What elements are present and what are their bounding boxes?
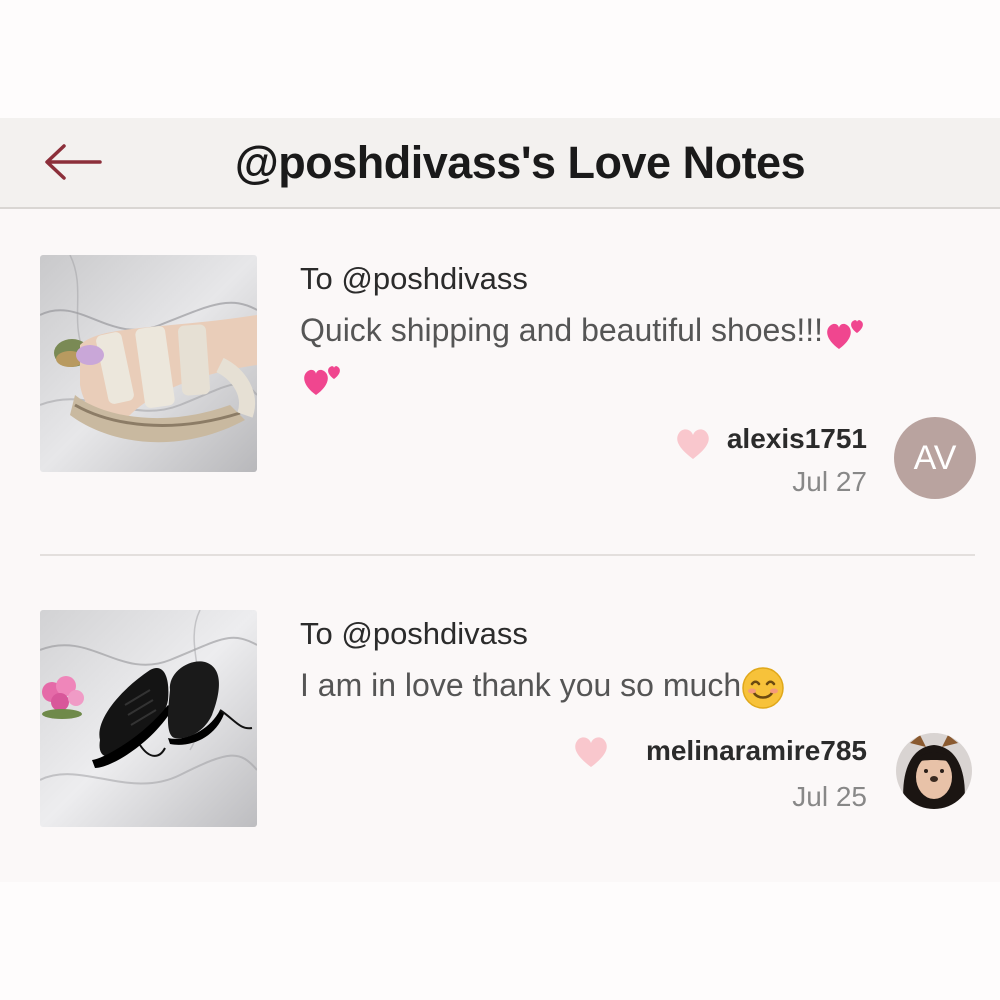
back-button[interactable] — [42, 136, 104, 188]
love-notes-list: To @poshdivass Quick shipping and beauti… — [0, 209, 1000, 882]
sparkling-heart-emoji-icon — [827, 319, 863, 349]
like-heart-icon[interactable] — [673, 425, 713, 461]
love-note: To @poshdivass I am in love thank you so… — [0, 610, 1000, 850]
arrow-left-icon — [45, 144, 102, 180]
avatar[interactable]: AV — [894, 417, 976, 499]
note-recipient: To @poshdivass — [300, 261, 528, 296]
top-bar: @poshdivass's Love Notes — [0, 118, 1000, 209]
note-date: Jul 25 — [792, 781, 867, 812]
note-author[interactable]: alexis1751 — [727, 423, 867, 455]
smiling-face-emoji-icon — [742, 666, 784, 709]
sneakers-product-image — [40, 610, 257, 827]
note-message: I am in love thank you so much — [300, 662, 960, 710]
note-author[interactable]: melinaramire785 — [646, 735, 867, 767]
note-message-text: I am in love thank you so much — [300, 667, 742, 703]
avatar[interactable] — [896, 733, 972, 809]
like-heart-icon[interactable] — [571, 733, 611, 769]
sandals-product-image — [40, 255, 257, 472]
avatar-initials: AV — [894, 417, 976, 499]
note-message: Quick shipping and beautiful shoes!!! — [300, 307, 960, 399]
sparkling-heart-emoji-icon — [304, 365, 340, 395]
user-photo-avatar — [896, 733, 972, 809]
note-date: Jul 27 — [792, 466, 867, 497]
divider — [40, 554, 975, 556]
product-thumbnail[interactable] — [40, 610, 257, 827]
love-note: To @poshdivass Quick shipping and beauti… — [0, 255, 1000, 515]
page-title: @poshdivass's Love Notes — [234, 136, 806, 188]
product-thumbnail[interactable] — [40, 255, 257, 472]
note-message-text: Quick shipping and beautiful shoes!!! — [300, 312, 823, 348]
note-recipient: To @poshdivass — [300, 616, 528, 651]
